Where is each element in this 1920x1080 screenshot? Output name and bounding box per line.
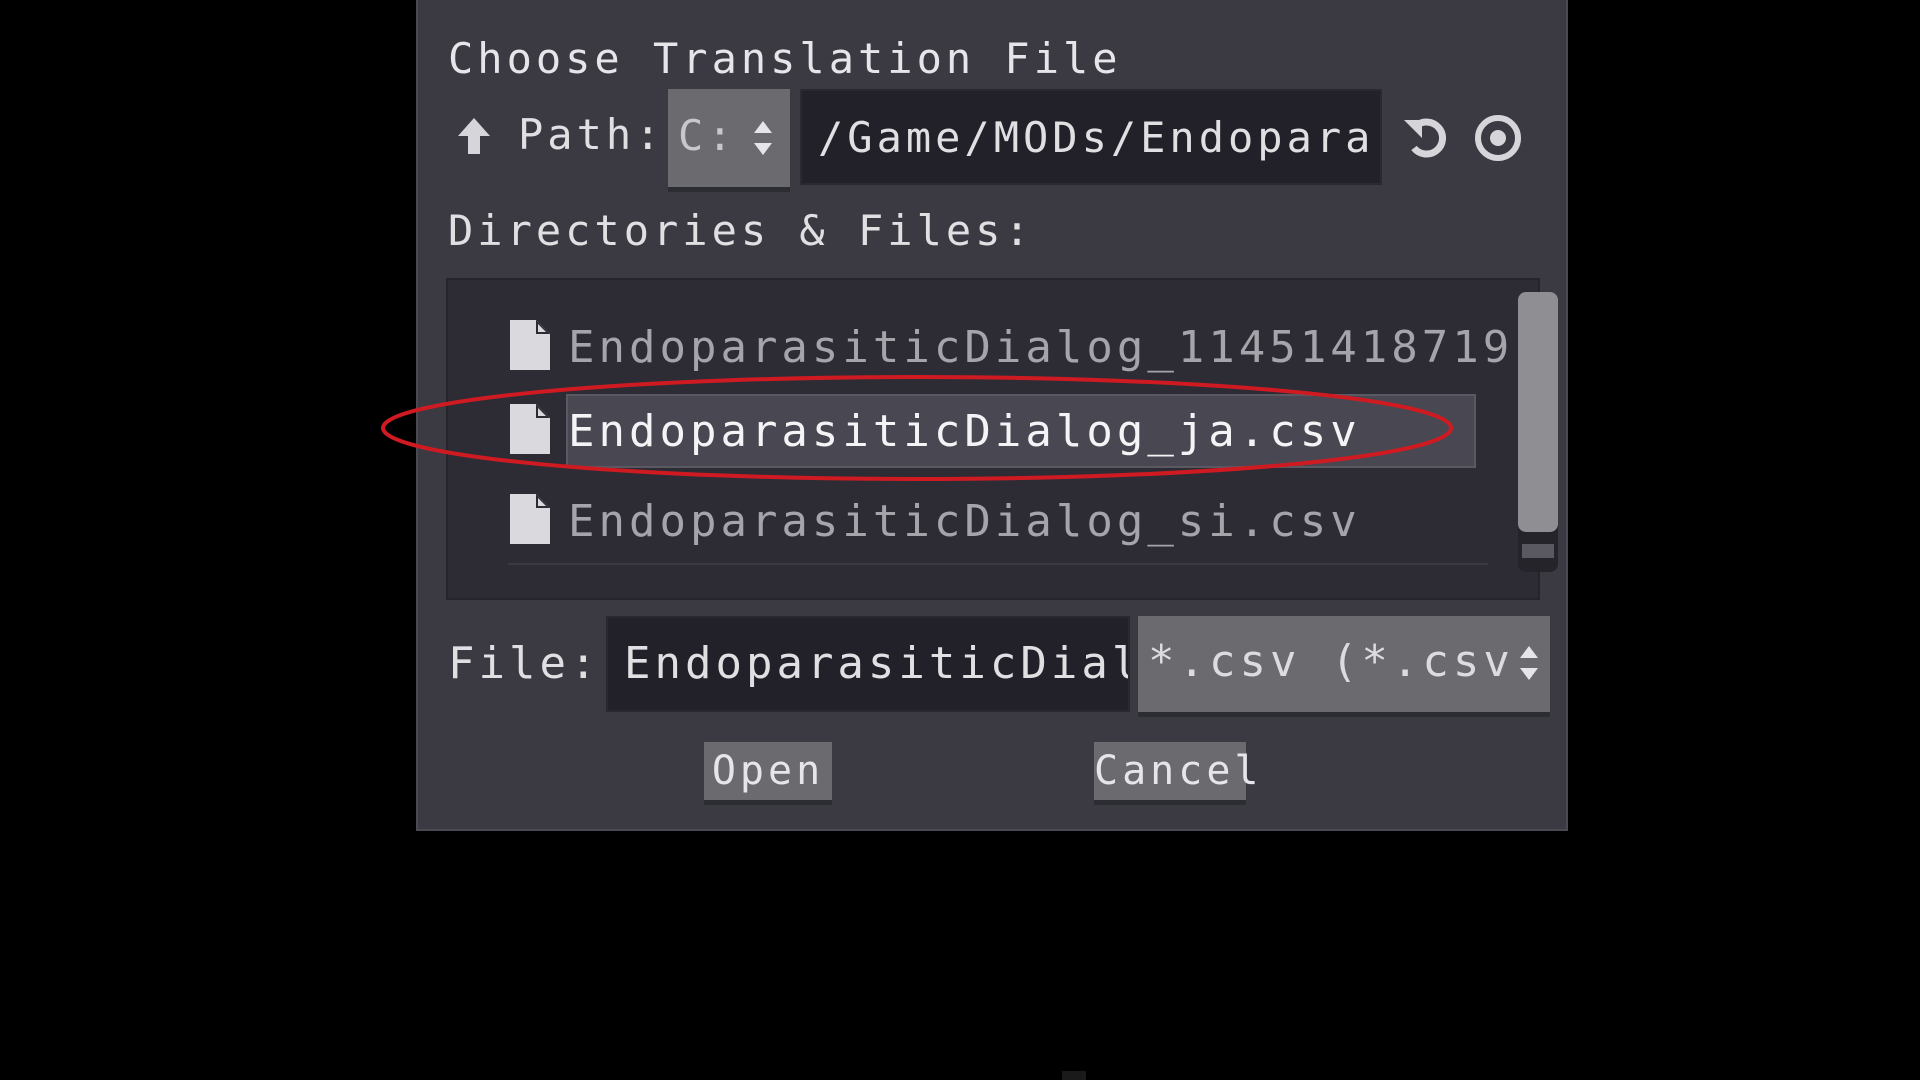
spinner-arrows-icon [754,121,772,155]
file-label: File: [448,638,601,689]
file-name: EndoparasiticDialog_si.csv [568,496,1361,547]
directories-label: Directories & Files: [448,206,1034,255]
arrow-up-icon[interactable] [454,114,494,158]
dialog-title: Choose Translation File [448,34,1122,83]
filter-value: *.csv (*.csv [1148,636,1514,687]
cancel-button[interactable]: Cancel [1094,742,1259,800]
cursor-fragment [1062,1071,1086,1080]
red-circle-annotation [381,375,1453,481]
drive-value: C: [678,111,737,160]
spinner-arrows-icon [1520,646,1538,680]
file-list-item[interactable]: EndoparasiticDialog_si.csv [508,480,1488,554]
path-input-value: /Game/MODs/Endopara [818,113,1375,162]
path-label: Path: [518,110,665,159]
file-icon [510,320,550,370]
filename-input-value: EndoparasiticDial [624,638,1130,689]
path-input[interactable]: /Game/MODs/Endopara [800,89,1382,185]
filter-select[interactable]: *.csv (*.csv [1138,616,1550,712]
file-list-item[interactable]: EndoparasiticDialog_11451418719 [508,306,1509,380]
file-name: EndoparasiticDialog_11451418719 [568,322,1514,373]
refresh-icon[interactable] [1402,112,1454,164]
vertical-scrollbar[interactable] [1516,292,1560,572]
list-divider [508,563,1488,565]
drive-select[interactable]: C: [668,89,790,187]
filename-input[interactable]: EndoparasiticDial [606,616,1130,712]
file-icon [510,494,550,544]
eye-icon[interactable] [1472,112,1524,164]
open-button[interactable]: Open [704,742,832,800]
